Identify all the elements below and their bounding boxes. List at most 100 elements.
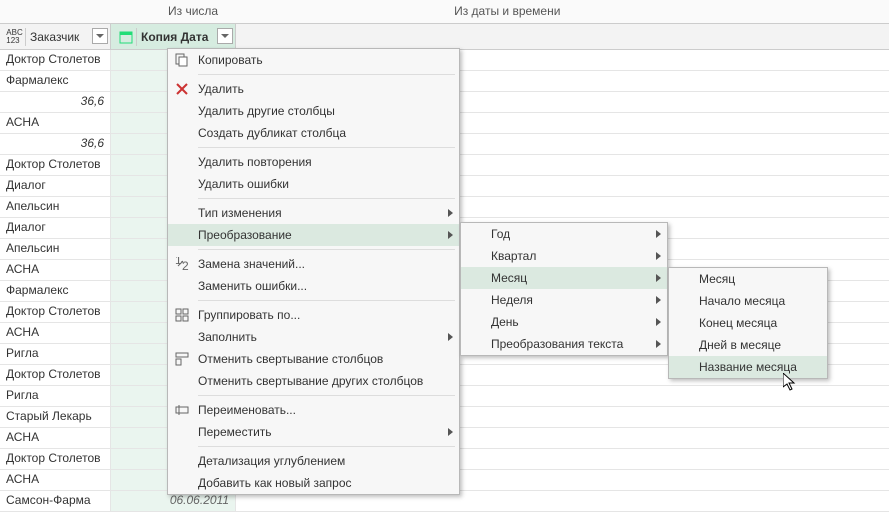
header-row: ABC123 Заказчик Копия Дата [0,24,889,50]
cell-customer[interactable]: 36,6 [0,92,111,112]
menu-item-label: Удалить повторения [198,155,312,169]
cell-customer[interactable]: Доктор Столетов [0,365,111,385]
cell-customer[interactable]: Фармалекс [0,281,111,301]
menu-item-label: Удалить ошибки [198,177,289,191]
cell-customer[interactable]: Апельсин [0,197,111,217]
menu-separator [198,198,455,199]
ribbon-tabs: Из числа Из даты и времени [0,0,889,24]
menu-item[interactable]: Преобразования текста [461,333,667,355]
cell-customer[interactable]: Доктор Столетов [0,449,111,469]
chevron-right-icon [656,274,661,282]
menu-item-label: Замена значений... [198,257,305,271]
submenu-month[interactable]: Месяц Начало месяца Конец месяца Дней в мес… [668,267,828,379]
menu-item[interactable]: Дней в месяце [669,334,827,356]
header-cell-copy-date[interactable]: Копия Дата [111,24,236,49]
cell-customer[interactable]: Ригла [0,344,111,364]
menu-item-label: Год [491,227,510,241]
menu-item[interactable]: Название месяца [669,356,827,378]
chevron-right-icon [448,333,453,341]
menu-item[interactable]: Месяц [461,267,667,289]
cell-customer[interactable]: АСНА [0,428,111,448]
menu-item[interactable]: Удалить [168,78,459,100]
menu-item-label: Конец месяца [699,316,777,330]
menu-item[interactable]: Квартал [461,245,667,267]
menu-item[interactable]: Удалить ошибки [168,173,459,195]
menu-item[interactable]: Копировать [168,49,459,71]
menu-separator [198,395,455,396]
menu-separator [198,249,455,250]
submenu-transform[interactable]: Год Квартал Месяц Неделя День Преобразования … [460,222,668,356]
menu-item-label: Начало месяца [699,294,785,308]
header-label: Заказчик [30,30,79,44]
menu-item[interactable]: Отменить свертывание столбцов [168,348,459,370]
menu-item-label: Копировать [198,53,263,67]
menu-item-label: Месяц [699,272,735,286]
menu-item-label: Тип изменения [198,206,282,220]
menu-item-label: День [491,315,519,329]
menu-item[interactable]: Отменить свертывание других столбцов [168,370,459,392]
cell-customer[interactable]: АСНА [0,260,111,280]
chevron-right-icon [448,209,453,217]
menu-item[interactable]: Начало месяца [669,290,827,312]
header-cell-customer[interactable]: ABC123 Заказчик [0,24,111,49]
ribbon-tab-datetime[interactable]: Из даты и времени [436,0,578,23]
chevron-right-icon [656,296,661,304]
menu-item[interactable]: Создать дубликат столбца [168,122,459,144]
chevron-right-icon [656,340,661,348]
svg-text:2: 2 [182,259,189,271]
menu-item[interactable]: Переместить [168,421,459,443]
menu-item-label: Название месяца [699,360,797,374]
menu-item[interactable]: Неделя [461,289,667,311]
cell-customer[interactable]: Доктор Столетов [0,50,111,70]
cell-customer[interactable]: 36,6 [0,134,111,154]
cell-customer[interactable]: Диалог [0,218,111,238]
cell-customer[interactable]: АСНА [0,470,111,490]
menu-item-label: Создать дубликат столбца [198,126,346,140]
cell-customer[interactable]: Самсон-Фарма [0,491,111,511]
menu-item[interactable]: Переименовать... [168,399,459,421]
menu-item[interactable]: Преобразование [168,224,459,246]
chevron-right-icon [656,230,661,238]
menu-item-label: Неделя [491,293,533,307]
menu-item[interactable]: Удалить повторения [168,151,459,173]
type-any-icon[interactable]: ABC123 [4,28,26,46]
cell-customer[interactable]: Доктор Столетов [0,302,111,322]
replace-icon: 12 [174,256,190,272]
chevron-right-icon [448,231,453,239]
menu-item[interactable]: Конец месяца [669,312,827,334]
menu-item[interactable]: Тип изменения [168,202,459,224]
menu-item[interactable]: Заменить ошибки... [168,275,459,297]
menu-item[interactable]: Месяц [669,268,827,290]
cell-customer[interactable]: АСНА [0,323,111,343]
cell-customer[interactable]: АСНА [0,113,111,133]
menu-item[interactable]: Год [461,223,667,245]
menu-item[interactable]: Добавить как новый запрос [168,472,459,494]
menu-item[interactable]: 12 Замена значений... [168,253,459,275]
menu-item-label: Дней в месяце [699,338,781,352]
menu-item-label: Квартал [491,249,536,263]
ribbon-tab-number[interactable]: Из числа [150,0,236,23]
menu-item[interactable]: День [461,311,667,333]
type-date-icon[interactable] [115,28,137,46]
context-menu[interactable]: Копировать Удалить Удалить другие столбцы С… [167,48,460,495]
cell-customer[interactable]: Диалог [0,176,111,196]
filter-icon[interactable] [217,28,233,44]
menu-item-label: Преобразования текста [491,337,623,351]
cell-customer[interactable]: Доктор Столетов [0,155,111,175]
cell-customer[interactable]: Фармалекс [0,71,111,91]
cell-customer[interactable]: Апельсин [0,239,111,259]
menu-item[interactable]: Группировать по... [168,304,459,326]
menu-item-label: Переместить [198,425,272,439]
menu-item[interactable]: Заполнить [168,326,459,348]
menu-item[interactable]: Удалить другие столбцы [168,100,459,122]
chevron-right-icon [656,318,661,326]
menu-item-label: Заполнить [198,330,257,344]
menu-item-label: Заменить ошибки... [198,279,307,293]
menu-item-label: Удалить другие столбцы [198,104,335,118]
filter-icon[interactable] [92,28,108,44]
cell-customer[interactable]: Ригла [0,386,111,406]
menu-item[interactable]: Детализация углублением [168,450,459,472]
chevron-right-icon [448,428,453,436]
menu-item-label: Группировать по... [198,308,300,322]
cell-customer[interactable]: Старый Лекарь [0,407,111,427]
